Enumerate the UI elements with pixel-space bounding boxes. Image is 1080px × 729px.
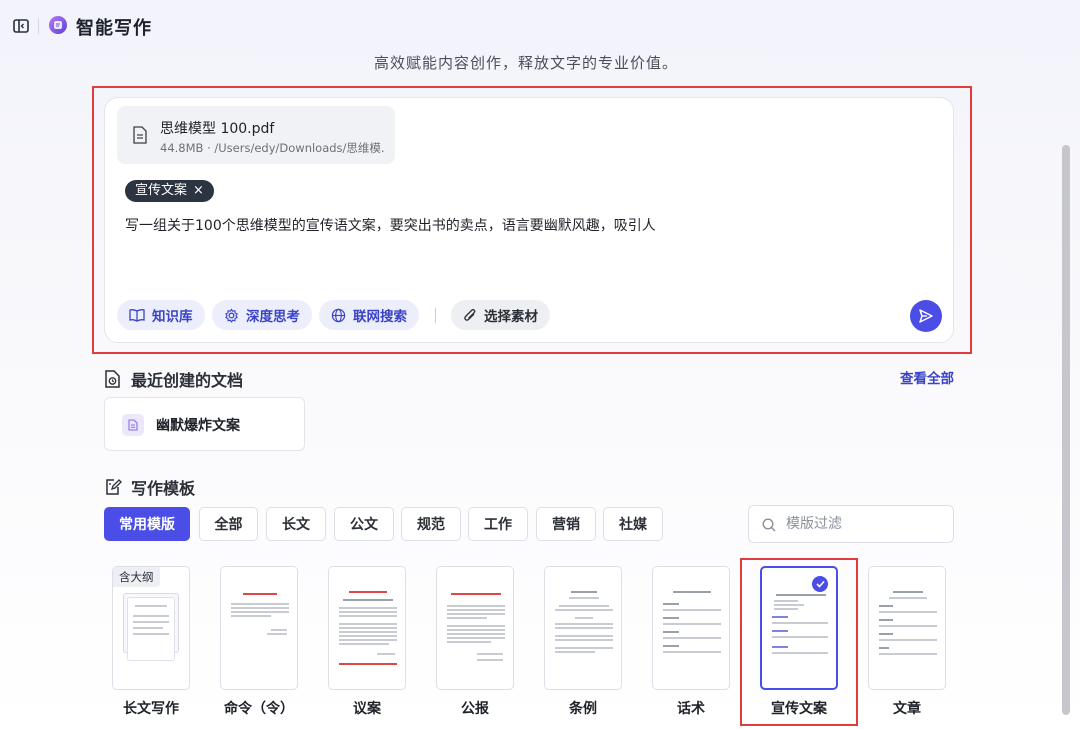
template-search-input[interactable] xyxy=(786,506,946,542)
edit-icon xyxy=(106,479,122,495)
template-card-motion[interactable] xyxy=(328,566,406,690)
gear-icon xyxy=(225,307,238,323)
top-bar: 智能写作 xyxy=(0,0,1080,52)
template-search[interactable] xyxy=(748,505,954,543)
template-card-promo-copy[interactable] xyxy=(760,566,838,690)
paperclip-icon xyxy=(464,308,476,321)
templates-title: 写作模板 xyxy=(131,479,196,498)
template-label-order: 命令（令） xyxy=(224,701,294,717)
tagline: 高效赋能内容创作，释放文字的专业价值。 xyxy=(373,54,678,72)
tab-social[interactable]: 社媒 xyxy=(603,507,663,541)
tab-common[interactable]: 常用模版 xyxy=(104,507,190,541)
file-name: 思维模型 100.pdf xyxy=(160,121,275,137)
app-logo-icon xyxy=(49,16,67,34)
send-button[interactable] xyxy=(910,300,942,332)
web-search-label: 联网搜索 xyxy=(353,309,407,325)
tab-long[interactable]: 长文 xyxy=(266,507,326,541)
template-label-promo-copy: 宣传文案 xyxy=(771,701,827,717)
app-title: 智能写作 xyxy=(76,18,152,39)
template-card-order[interactable] xyxy=(220,566,298,690)
recent-docs-heading: 最近创建的文档 xyxy=(104,367,243,391)
tab-standard[interactable]: 规范 xyxy=(401,507,461,541)
deep-thinking-label: 深度思考 xyxy=(246,309,300,325)
send-icon xyxy=(919,309,933,323)
recent-doc-card[interactable]: 幽默爆炸文案 xyxy=(104,397,305,451)
templates-heading: 写作模板 xyxy=(104,475,195,499)
tab-official[interactable]: 公文 xyxy=(334,507,394,541)
select-material-button[interactable]: 选择素材 xyxy=(451,300,550,330)
deep-thinking-button[interactable]: 深度思考 xyxy=(212,300,312,330)
tag-label: 宣传文案 xyxy=(135,183,188,198)
web-search-button[interactable]: 联网搜索 xyxy=(319,300,419,330)
outline-badge: 含大纲 xyxy=(113,567,160,587)
doc-icon xyxy=(122,414,144,436)
template-label-motion: 议案 xyxy=(353,701,381,717)
template-label-regulation: 条例 xyxy=(569,701,597,717)
search-icon xyxy=(762,518,776,532)
document-icon xyxy=(133,126,147,144)
tab-work[interactable]: 工作 xyxy=(468,507,528,541)
scrollbar-thumb[interactable] xyxy=(1062,145,1070,715)
recent-doc-title: 幽默爆炸文案 xyxy=(156,418,240,434)
template-card-bulletin[interactable] xyxy=(436,566,514,690)
file-meta: 44.8MB · /Users/edy/Downloads/思维模... xyxy=(160,141,385,155)
view-all-link[interactable]: 查看全部 xyxy=(900,367,954,387)
book-icon xyxy=(129,309,145,322)
tab-marketing[interactable]: 营销 xyxy=(536,507,596,541)
template-label-script: 话术 xyxy=(677,701,705,717)
tag-close-icon[interactable]: × xyxy=(193,180,204,202)
template-label-article: 文章 xyxy=(893,701,921,717)
attached-file-card[interactable]: 思维模型 100.pdf 44.8MB · /Users/edy/Downloa… xyxy=(117,106,395,164)
template-label-bulletin: 公报 xyxy=(461,701,489,717)
template-card-regulation[interactable] xyxy=(544,566,622,690)
template-tag-chip[interactable]: 宣传文案 × xyxy=(125,180,214,202)
template-card-script[interactable] xyxy=(652,566,730,690)
template-card-article[interactable] xyxy=(868,566,946,690)
recent-doc-icon xyxy=(105,370,120,388)
globe-icon xyxy=(331,308,346,322)
recent-docs-title: 最近创建的文档 xyxy=(131,371,244,390)
thumb-page xyxy=(127,597,175,661)
prompt-input[interactable]: 写一组关于100个思维模型的宣传语文案，要突出书的卖点，语言要幽默风趣，吸引人 xyxy=(125,215,656,235)
template-card-longform[interactable]: 含大纲 xyxy=(112,566,190,690)
knowledge-base-label: 知识库 xyxy=(152,309,193,325)
check-icon xyxy=(812,576,828,592)
select-material-label: 选择素材 xyxy=(484,309,538,325)
prompt-composer[interactable]: 思维模型 100.pdf 44.8MB · /Users/edy/Downloa… xyxy=(104,97,954,343)
tool-separator xyxy=(435,308,436,323)
tab-all[interactable]: 全部 xyxy=(199,507,258,541)
knowledge-base-button[interactable]: 知识库 xyxy=(117,300,205,330)
top-divider xyxy=(38,18,39,34)
sidebar-toggle-icon[interactable] xyxy=(12,17,30,35)
template-label-longform: 长文写作 xyxy=(123,701,179,717)
